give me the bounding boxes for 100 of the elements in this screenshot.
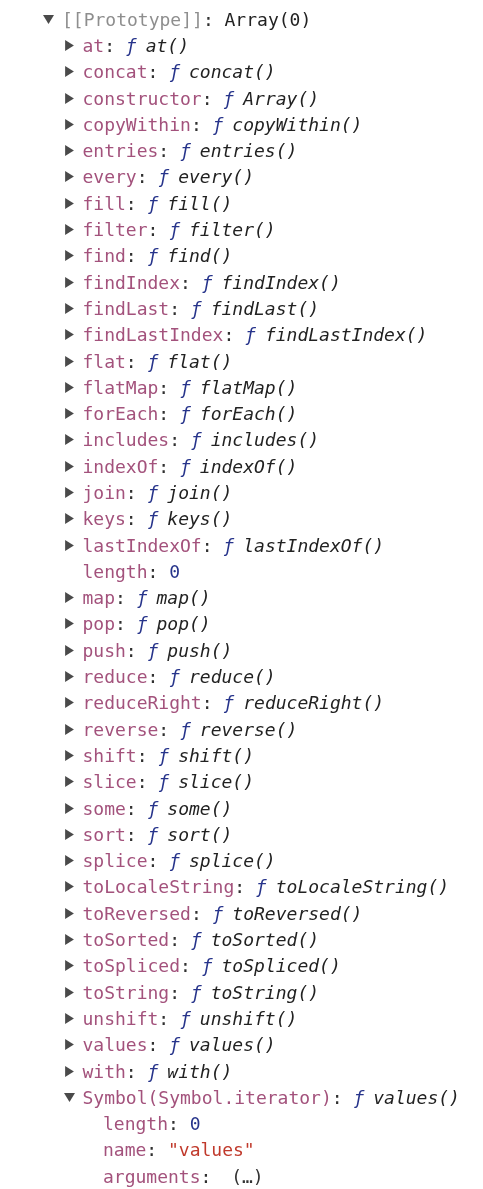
property-value: keys() — [167, 508, 233, 530]
property-value: findIndex() — [221, 271, 341, 293]
expand-triangle-icon[interactable] — [63, 66, 75, 78]
property-key: toReversed: — [82, 902, 202, 924]
property-key: filter: — [82, 219, 159, 240]
property-value: includes() — [210, 429, 320, 451]
function-sign: ƒ — [212, 113, 224, 135]
function-sign: ƒ — [180, 140, 191, 162]
expand-triangle-icon[interactable] — [63, 881, 75, 893]
property-value: reduce() — [189, 666, 276, 688]
expand-triangle-icon[interactable] — [43, 13, 54, 25]
expand-triangle-icon[interactable] — [63, 302, 75, 314]
property-key: toSorted: — [82, 929, 181, 951]
property-value: every() — [178, 166, 255, 188]
expand-triangle-icon[interactable] — [63, 197, 75, 209]
function-sign: ƒ — [147, 192, 159, 214]
property-value: toLocaleString() — [275, 876, 450, 898]
property-key: reduce: — [82, 666, 159, 688]
property-key: sort: — [82, 823, 137, 845]
expand-triangle-icon[interactable] — [63, 907, 75, 919]
expand-triangle-icon[interactable] — [63, 697, 75, 709]
function-sign: ƒ — [136, 587, 148, 609]
expand-triangle-icon[interactable] — [63, 434, 75, 446]
function-sign: ƒ — [169, 666, 180, 688]
function-sign: ƒ — [169, 1034, 180, 1056]
property-value: join() — [167, 482, 233, 503]
property-value: forEach() — [199, 403, 298, 425]
function-sign: ƒ — [180, 403, 191, 425]
expand-triangle-icon[interactable] — [63, 749, 75, 761]
expand-triangle-icon[interactable] — [63, 460, 75, 472]
expand-triangle-icon[interactable] — [63, 723, 75, 735]
property-key: toSpliced: — [82, 955, 191, 977]
property-value: slice() — [178, 771, 255, 793]
expand-triangle-icon[interactable] — [63, 644, 75, 656]
expand-triangle-icon[interactable] — [63, 802, 75, 814]
expand-triangle-icon[interactable] — [63, 171, 75, 183]
property-key: arguments: — [103, 1165, 212, 1187]
property-value: push() — [167, 639, 233, 661]
expand-triangle-icon[interactable] — [63, 1039, 75, 1051]
property-key: lastIndexOf: — [82, 534, 213, 556]
property-value: "values" — [168, 1139, 255, 1161]
function-sign: ƒ — [223, 87, 235, 109]
expand-triangle-icon[interactable] — [63, 513, 75, 525]
property-key: toString: — [82, 981, 181, 1003]
function-sign: ƒ — [180, 376, 191, 398]
property-value: at() — [145, 34, 190, 56]
expand-triangle-icon[interactable] — [63, 539, 75, 551]
expand-triangle-icon[interactable] — [63, 381, 75, 393]
property-key: keys: — [82, 508, 137, 530]
expand-triangle-icon[interactable] — [63, 39, 75, 51]
property-key: map: — [82, 587, 126, 609]
property-value: values() — [373, 1086, 460, 1108]
property-key: shift: — [82, 744, 148, 766]
property-key: length: — [103, 1113, 179, 1135]
property-value: copyWithin() — [232, 113, 363, 135]
property-value: toString() — [210, 981, 320, 1003]
property-value: findLast() — [210, 297, 320, 319]
expand-triangle-icon[interactable] — [63, 828, 75, 840]
expand-triangle-icon[interactable] — [63, 934, 75, 946]
expand-triangle-icon[interactable] — [63, 276, 75, 288]
property-value: with() — [167, 1060, 233, 1082]
expand-triangle-icon[interactable] — [63, 618, 75, 630]
expand-triangle-icon[interactable] — [63, 1012, 75, 1024]
function-sign: ƒ — [158, 744, 170, 766]
expand-triangle-icon[interactable] — [63, 487, 75, 498]
expand-triangle-icon[interactable] — [63, 986, 75, 998]
property-key: includes: — [82, 429, 181, 451]
property-value: some() — [167, 797, 233, 819]
expand-triangle-icon[interactable] — [63, 960, 75, 972]
property-value: indexOf() — [199, 455, 298, 477]
property-key: forEach: — [82, 403, 170, 425]
function-sign: ƒ — [147, 350, 159, 372]
expand-triangle-icon[interactable] — [63, 224, 75, 235]
expand-triangle-icon[interactable] — [63, 1065, 75, 1077]
expand-triangle-icon[interactable] — [63, 355, 75, 367]
function-sign: ƒ — [190, 981, 202, 1003]
expand-triangle-icon[interactable] — [63, 1091, 75, 1103]
expand-triangle-icon[interactable] — [63, 118, 75, 130]
expand-triangle-icon[interactable] — [63, 855, 75, 867]
function-sign: ƒ — [147, 823, 159, 845]
property-key: every: — [82, 166, 148, 188]
expand-triangle-icon[interactable] — [63, 776, 75, 788]
expand-triangle-icon[interactable] — [63, 92, 75, 104]
function-sign: ƒ — [158, 771, 170, 793]
expand-triangle-icon[interactable] — [63, 145, 75, 157]
expand-triangle-icon[interactable] — [63, 329, 75, 341]
function-sign: ƒ — [180, 718, 191, 740]
property-key: with: — [82, 1060, 137, 1082]
expand-triangle-icon[interactable] — [63, 250, 75, 262]
property-value: filter() — [189, 219, 276, 240]
expand-triangle-icon[interactable] — [63, 671, 75, 683]
expand-triangle-icon[interactable] — [63, 408, 75, 420]
function-sign: ƒ — [125, 34, 137, 56]
function-sign: ƒ — [212, 902, 224, 924]
function-sign: ƒ — [169, 219, 180, 240]
property-key: pop: — [82, 613, 126, 635]
function-sign: ƒ — [147, 482, 159, 503]
property-key: slice: — [82, 771, 148, 793]
expand-triangle-icon[interactable] — [63, 592, 75, 604]
property-value: map() — [156, 587, 211, 609]
